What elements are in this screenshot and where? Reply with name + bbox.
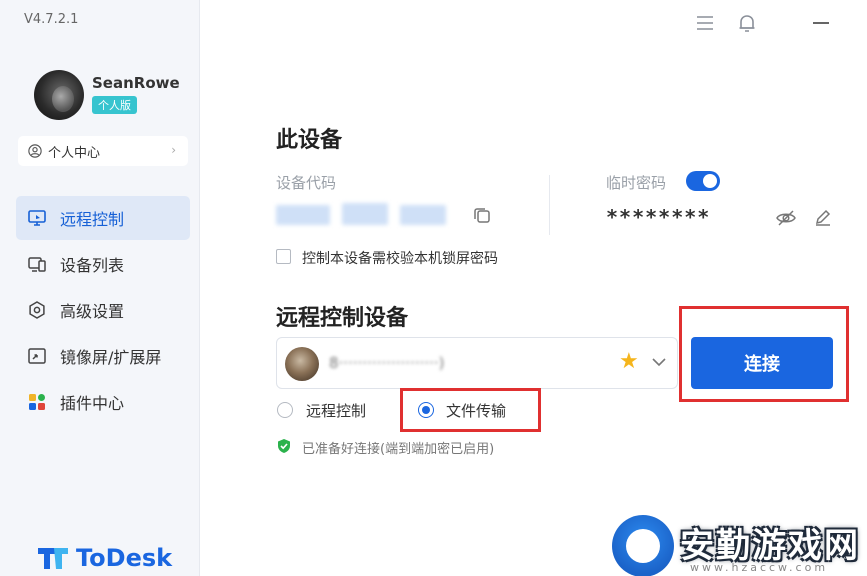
- watermark-text: 安勤游戏网: [680, 526, 860, 566]
- sidebar-item-remote-control[interactable]: 远程控制: [16, 196, 190, 240]
- star-icon[interactable]: ★: [619, 351, 639, 373]
- device-code-value-redacted: [400, 205, 446, 225]
- menu-icon[interactable]: [694, 12, 716, 34]
- app-name: ToDesk: [76, 544, 173, 572]
- sidebar: V4.7.2.1 SeanRowe 个人版 个人中心 › 远程控制 设备列表 高…: [0, 0, 200, 576]
- sidebar-item-mirror-screen[interactable]: 镜像屏/扩展屏: [16, 334, 190, 378]
- sidebar-item-device-list[interactable]: 设备列表: [16, 242, 190, 286]
- personal-center-button[interactable]: 个人中心 ›: [18, 136, 188, 166]
- temp-password-value: ********: [606, 205, 711, 229]
- sidebar-nav: 远程控制 设备列表 高级设置 镜像屏/扩展屏 插件中心: [16, 196, 190, 426]
- lock-screen-checkbox[interactable]: [276, 249, 291, 264]
- user-icon: [28, 144, 42, 158]
- sidebar-item-plugin-center[interactable]: 插件中心: [16, 380, 190, 424]
- todesk-logo-icon: [38, 548, 68, 569]
- connection-status: 已准备好连接(端到端加密已启用): [302, 442, 495, 457]
- remote-control-title: 远程控制设备: [276, 306, 409, 331]
- watermark-logo: [612, 515, 674, 576]
- sidebar-item-label: 设备列表: [60, 256, 125, 275]
- minimize-icon[interactable]: [810, 12, 832, 34]
- lock-screen-checkbox-label: 控制本设备需校验本机锁屏密码: [302, 251, 498, 267]
- devices-icon: [26, 253, 48, 275]
- settings-icon: [26, 299, 48, 321]
- device-code-value-redacted: [276, 205, 330, 225]
- chevron-down-icon[interactable]: [649, 352, 669, 372]
- plugins-icon: [26, 391, 48, 413]
- sidebar-item-label: 远程控制: [60, 210, 125, 229]
- sidebar-item-advanced-settings[interactable]: 高级设置: [16, 288, 190, 332]
- sidebar-item-label: 插件中心: [60, 394, 125, 413]
- chevron-right-icon: ›: [171, 143, 176, 157]
- mode-radio-remote-control[interactable]: [277, 402, 293, 418]
- personal-center-label: 个人中心: [48, 145, 101, 161]
- temp-password-toggle[interactable]: [686, 171, 720, 191]
- plan-badge: 个人版: [92, 96, 137, 114]
- bell-icon[interactable]: [736, 12, 758, 34]
- device-avatar: [285, 347, 319, 381]
- device-code-input[interactable]: 8·····················) ★: [276, 337, 678, 389]
- todesk-logo: ToDesk: [36, 544, 172, 572]
- mode-radio-file-transfer[interactable]: [418, 402, 434, 418]
- sidebar-item-label: 镜像屏/扩展屏: [60, 348, 162, 367]
- username: SeanRowe: [92, 74, 180, 92]
- device-code-value-redacted: [342, 203, 388, 225]
- watermark-url: www.hzaccw.com: [690, 561, 829, 574]
- connect-button[interactable]: 连接: [691, 337, 833, 389]
- sidebar-item-label: 高级设置: [60, 302, 125, 321]
- temp-password-label: 临时密码: [606, 174, 667, 192]
- mirror-screen-icon: [26, 345, 48, 367]
- this-device-title: 此设备: [276, 128, 343, 153]
- edit-icon[interactable]: [813, 207, 833, 227]
- avatar[interactable]: [34, 70, 84, 120]
- device-code-input-value-redacted: 8·····················): [329, 354, 445, 372]
- app-version: V4.7.2.1: [24, 12, 79, 27]
- shield-check-icon: [278, 439, 290, 453]
- eye-hidden-icon[interactable]: [775, 207, 797, 229]
- mode-label-remote-control: 远程控制: [306, 402, 367, 420]
- mode-label-file-transfer: 文件传输: [446, 402, 507, 420]
- copy-icon[interactable]: [472, 205, 492, 225]
- device-code-label: 设备代码: [276, 174, 337, 192]
- section-divider: [549, 175, 550, 235]
- monitor-icon: [26, 207, 48, 229]
